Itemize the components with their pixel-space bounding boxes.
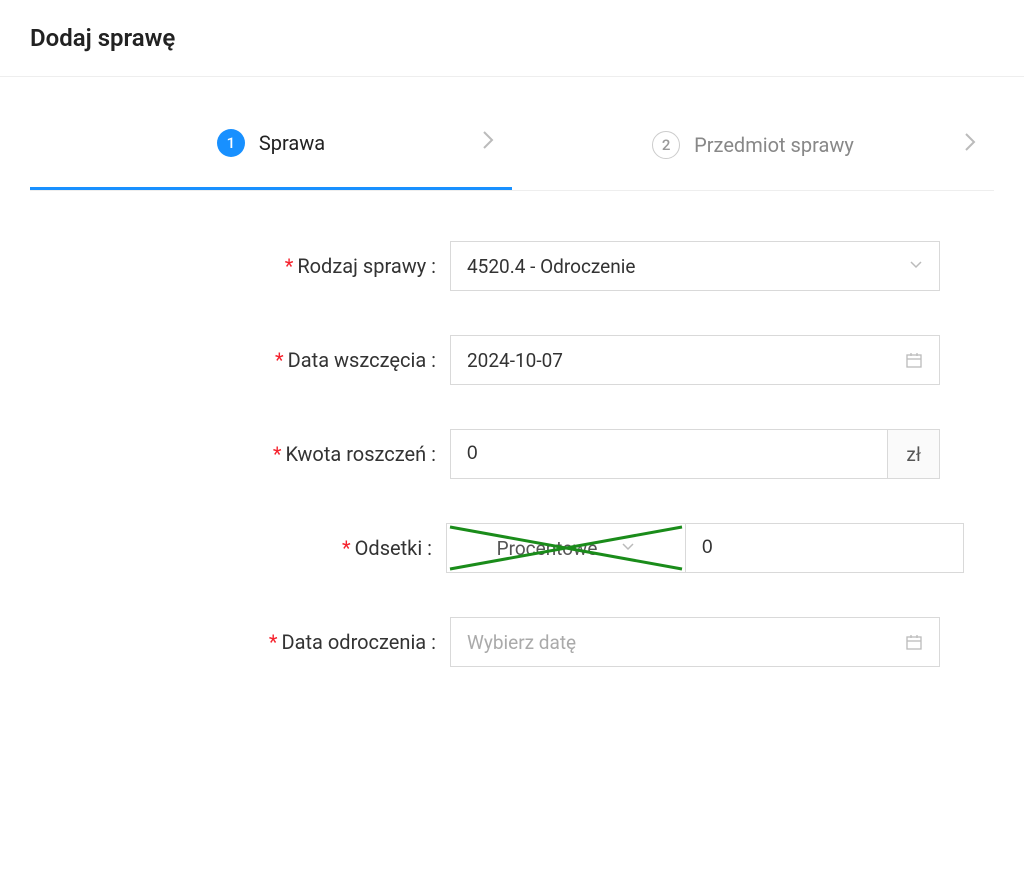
row-data-wszczecia: *Data wszczęcia : 2024-10-07 — [60, 335, 964, 385]
required-icon: * — [285, 254, 294, 278]
required-icon: * — [275, 348, 284, 372]
row-odsetki: *Odsetki : Procentowe — [60, 523, 964, 573]
row-rodzaj-sprawy: *Rodzaj sprawy : 4520.4 - Odroczenie — [60, 241, 964, 291]
date-placeholder: Wybierz datę — [467, 631, 576, 654]
label-odsetki: *Odsetki : — [60, 536, 446, 560]
chevron-down-icon — [909, 258, 923, 274]
chevron-right-icon — [482, 130, 494, 156]
calendar-icon — [905, 633, 923, 651]
input-odsetki-amount[interactable] — [686, 523, 964, 573]
odsetki-type-value: Procentowe — [497, 537, 598, 560]
calendar-icon — [905, 351, 923, 369]
select-rodzaj-sprawy[interactable]: 4520.4 - Odroczenie — [450, 241, 940, 291]
date-input-wszczecia[interactable]: 2024-10-07 — [450, 335, 940, 385]
label-kwota-roszczen: *Kwota roszczeń : — [60, 442, 450, 466]
step-label-1: Sprawa — [259, 131, 325, 155]
chevron-right-icon — [964, 132, 976, 158]
label-rodzaj-sprawy: *Rodzaj sprawy : — [60, 254, 450, 278]
select-odsetki-type[interactable]: Procentowe — [446, 523, 686, 573]
required-icon: * — [269, 630, 278, 654]
step-sprawa[interactable]: 1 Sprawa — [30, 107, 512, 190]
date-value: 2024-10-07 — [467, 349, 563, 372]
input-kwota-roszczen[interactable] — [450, 429, 888, 479]
currency-suffix: zł — [888, 429, 940, 479]
required-icon: * — [273, 442, 282, 466]
row-kwota-roszczen: *Kwota roszczeń : zł — [60, 429, 964, 479]
page-title: Dodaj sprawę — [30, 24, 994, 52]
step-number-1: 1 — [217, 129, 245, 157]
required-icon: * — [342, 536, 351, 560]
page-header: Dodaj sprawę — [0, 0, 1024, 77]
chevron-down-icon — [621, 540, 635, 556]
step-przedmiot-sprawy[interactable]: 2 Przedmiot sprawy — [512, 107, 994, 190]
select-value: 4520.4 - Odroczenie — [467, 255, 635, 278]
label-data-odroczenia: *Data odroczenia : — [60, 630, 450, 654]
row-data-odroczenia: *Data odroczenia : Wybierz datę — [60, 617, 964, 667]
date-input-odroczenia[interactable]: Wybierz datę — [450, 617, 940, 667]
step-label-2: Przedmiot sprawy — [694, 133, 854, 157]
wizard-steps: 1 Sprawa 2 Przedmiot sprawy — [30, 107, 994, 191]
form-container: *Rodzaj sprawy : 4520.4 - Odroczenie *Da… — [0, 191, 1024, 771]
step-number-2: 2 — [652, 131, 680, 159]
label-data-wszczecia: *Data wszczęcia : — [60, 348, 450, 372]
